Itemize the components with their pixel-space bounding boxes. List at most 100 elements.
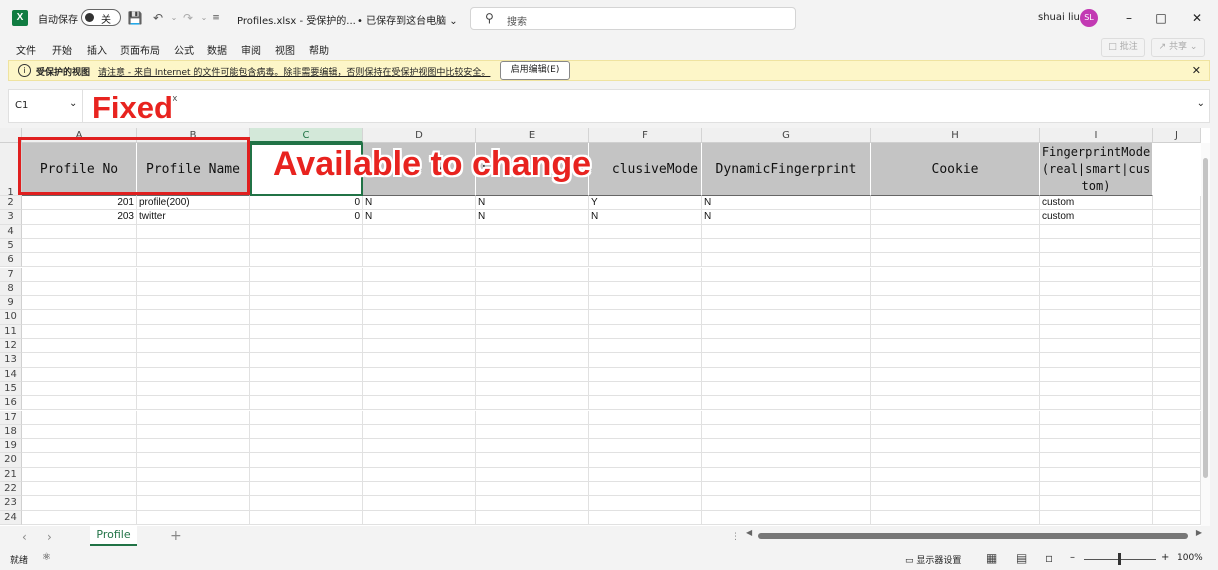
table-cell[interactable] bbox=[871, 324, 1040, 339]
table-cell[interactable] bbox=[22, 381, 137, 397]
table-cell[interactable] bbox=[363, 238, 476, 254]
table-cell[interactable] bbox=[22, 453, 137, 468]
menu-page-layout[interactable]: 页面布局 bbox=[120, 42, 160, 57]
table-cell[interactable] bbox=[1040, 324, 1153, 339]
table-cell[interactable]: N bbox=[702, 196, 871, 211]
table-cell[interactable] bbox=[1153, 296, 1201, 311]
table-cell[interactable] bbox=[1040, 396, 1153, 411]
table-cell[interactable] bbox=[589, 267, 702, 282]
menu-help[interactable]: 帮助 bbox=[309, 42, 329, 57]
table-cell[interactable] bbox=[871, 339, 1040, 354]
table-cell[interactable]: custom bbox=[1040, 210, 1153, 225]
table-cell[interactable] bbox=[22, 482, 137, 497]
table-cell[interactable] bbox=[871, 467, 1040, 482]
table-cell[interactable] bbox=[589, 482, 702, 497]
row-header-20[interactable]: 20 bbox=[0, 453, 22, 468]
table-cell[interactable] bbox=[137, 496, 250, 511]
table-cell[interactable]: 0 bbox=[250, 196, 363, 211]
table-cell[interactable]: N bbox=[363, 210, 476, 225]
table-cell[interactable] bbox=[702, 296, 871, 311]
row-header-12[interactable]: 12 bbox=[0, 339, 22, 354]
row-header-24[interactable]: 24 bbox=[0, 510, 22, 525]
table-cell[interactable] bbox=[1153, 196, 1201, 211]
row-header-10[interactable]: 10 bbox=[0, 310, 22, 325]
table-cell[interactable] bbox=[702, 367, 871, 382]
table-cell[interactable] bbox=[589, 281, 702, 297]
zoom-in-icon[interactable]: + bbox=[1161, 552, 1169, 563]
scroll-right-icon[interactable]: ▶ bbox=[1196, 528, 1202, 537]
header-cell-h[interactable]: Cookie bbox=[871, 143, 1040, 196]
table-cell[interactable] bbox=[1040, 510, 1153, 525]
row-header-6[interactable]: 6 bbox=[0, 253, 22, 268]
table-cell[interactable] bbox=[137, 467, 250, 482]
table-cell[interactable] bbox=[476, 367, 589, 382]
table-cell[interactable]: 201 bbox=[22, 196, 137, 211]
table-cell[interactable] bbox=[1153, 482, 1201, 497]
menu-insert[interactable]: 插入 bbox=[87, 42, 107, 57]
table-cell[interactable] bbox=[137, 482, 250, 497]
table-cell[interactable]: 203 bbox=[22, 210, 137, 225]
table-cell[interactable] bbox=[589, 467, 702, 482]
table-cell[interactable] bbox=[1040, 439, 1153, 454]
table-cell[interactable] bbox=[1153, 267, 1201, 282]
table-cell[interactable] bbox=[702, 482, 871, 497]
table-cell[interactable] bbox=[250, 381, 363, 397]
table-cell[interactable]: custom bbox=[1040, 196, 1153, 211]
chevron-left-icon[interactable]: ‹ bbox=[22, 530, 27, 544]
table-cell[interactable] bbox=[363, 467, 476, 482]
column-header-i[interactable]: I bbox=[1040, 128, 1153, 143]
table-cell[interactable] bbox=[476, 410, 589, 425]
table-cell[interactable] bbox=[871, 367, 1040, 382]
table-cell[interactable] bbox=[1040, 310, 1153, 325]
table-cell[interactable] bbox=[137, 224, 250, 239]
table-cell[interactable] bbox=[871, 381, 1040, 397]
header-cell-i[interactable]: FingerprintMode(real|smart|custom) bbox=[1040, 143, 1153, 196]
table-cell[interactable] bbox=[250, 439, 363, 454]
table-cell[interactable] bbox=[363, 339, 476, 354]
page-break-view-icon[interactable]: ▫ bbox=[1045, 551, 1053, 565]
table-cell[interactable] bbox=[476, 496, 589, 511]
table-cell[interactable] bbox=[589, 296, 702, 311]
table-cell[interactable] bbox=[363, 424, 476, 440]
table-cell[interactable] bbox=[137, 367, 250, 382]
table-cell[interactable] bbox=[871, 396, 1040, 411]
table-cell[interactable] bbox=[702, 453, 871, 468]
table-cell[interactable] bbox=[702, 496, 871, 511]
table-cell[interactable] bbox=[137, 281, 250, 297]
table-cell[interactable] bbox=[871, 296, 1040, 311]
chevron-right-icon[interactable]: › bbox=[47, 530, 52, 544]
table-cell[interactable] bbox=[871, 238, 1040, 254]
table-cell[interactable] bbox=[1153, 367, 1201, 382]
protected-view-message[interactable]: 请注意 - 来自 Internet 的文件可能包含病毒。除非需要编辑，否则保持在… bbox=[98, 65, 490, 78]
table-cell[interactable] bbox=[476, 267, 589, 282]
minimize-icon[interactable]: – bbox=[1119, 8, 1139, 28]
table-cell[interactable] bbox=[363, 510, 476, 525]
table-cell[interactable]: 0 bbox=[250, 210, 363, 225]
row-header-2[interactable]: 2 bbox=[0, 196, 22, 211]
table-cell[interactable] bbox=[22, 310, 137, 325]
table-cell[interactable] bbox=[476, 510, 589, 525]
table-cell[interactable] bbox=[1153, 453, 1201, 468]
table-cell[interactable] bbox=[22, 510, 137, 525]
table-cell[interactable] bbox=[363, 296, 476, 311]
table-cell[interactable] bbox=[363, 353, 476, 368]
table-cell[interactable] bbox=[137, 510, 250, 525]
table-cell[interactable] bbox=[589, 439, 702, 454]
table-cell[interactable]: N bbox=[702, 210, 871, 225]
table-cell[interactable] bbox=[871, 496, 1040, 511]
table-cell[interactable] bbox=[1153, 310, 1201, 325]
row-header-9[interactable]: 9 bbox=[0, 296, 22, 311]
table-cell[interactable] bbox=[702, 424, 871, 440]
column-header-e[interactable]: E bbox=[476, 128, 589, 143]
table-cell[interactable] bbox=[1040, 339, 1153, 354]
menu-view[interactable]: 视图 bbox=[275, 42, 295, 57]
share-button[interactable]: ↗ 共享 ⌄ bbox=[1151, 38, 1205, 57]
accessibility-icon[interactable]: ⚛ bbox=[42, 552, 51, 563]
table-cell[interactable] bbox=[22, 296, 137, 311]
table-cell[interactable] bbox=[22, 238, 137, 254]
table-cell[interactable] bbox=[1153, 253, 1201, 268]
table-cell[interactable] bbox=[137, 339, 250, 354]
table-cell[interactable] bbox=[1040, 453, 1153, 468]
table-cell[interactable] bbox=[476, 396, 589, 411]
chevron-down-icon[interactable]: ⌄ bbox=[69, 98, 77, 109]
